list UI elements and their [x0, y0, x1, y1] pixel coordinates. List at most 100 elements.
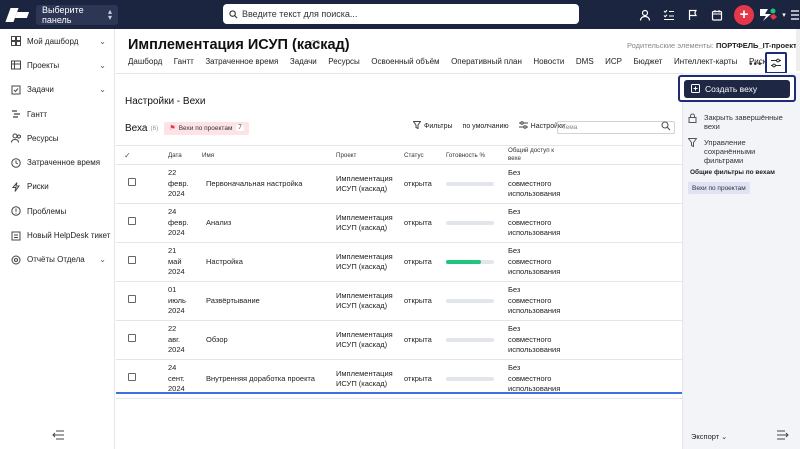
row-checkbox[interactable] [128, 178, 136, 187]
tab-operational-plan[interactable]: Оперативный план [451, 57, 522, 71]
milestone-name-link[interactable]: Развёртывание [206, 296, 260, 305]
milestone-name-link[interactable]: Внутренняя доработка проекта [206, 374, 315, 383]
tab-time[interactable]: Затраченное время [205, 57, 278, 71]
default-query-select[interactable]: по умолчанию [463, 123, 509, 130]
heart-icon[interactable]: ♡ [310, 38, 321, 52]
filters-button[interactable]: Фильтры [424, 123, 453, 130]
column-header-date[interactable]: Дата [168, 145, 202, 165]
tab-earned-value[interactable]: Освоенный объём [371, 57, 439, 71]
saved-filter-chip[interactable]: ⚑ Вехи по проектам 7 [164, 121, 249, 135]
export-label: Экспорт [691, 432, 720, 441]
collapse-panel-icon[interactable] [777, 430, 789, 443]
sidebar-item-dashboard[interactable]: Мой дашборд ⌄ [0, 29, 114, 53]
name-cell[interactable]: Настройка [202, 242, 336, 282]
export-dropdown[interactable]: Экспорт ⌄ [691, 432, 727, 441]
project-cell[interactable]: Имплементация ИСУП (каскад) [336, 320, 404, 360]
tab-news[interactable]: Новости [533, 57, 564, 71]
project-cell[interactable]: Имплементация ИСУП (каскад) [336, 203, 404, 243]
table-scroll-indicator [116, 392, 682, 394]
table-row[interactable]: 01 июль 2024 Развёртывание Имплементация ИСУП… [116, 281, 682, 321]
table-row[interactable]: 22 авг. 2024 Обзор Имплементация ИСУП (каскад… [116, 320, 682, 360]
shared-filter-chip[interactable]: Вехи по проектам [688, 182, 750, 194]
tab-wbs[interactable]: ИСР [605, 57, 622, 71]
column-header-name[interactable]: Имя [202, 145, 336, 165]
page-scrollbar[interactable] [796, 29, 800, 71]
progress-cell [446, 281, 508, 321]
parents-link[interactable]: ПОРТФЕЛЬ_IT-проекты [716, 41, 800, 50]
column-header-progress[interactable]: Готовность % [446, 145, 508, 165]
date-cell: 01 июль 2024 [168, 281, 202, 321]
table-row[interactable]: 22 февр. 2024 Первоначальная настройка Импле… [116, 164, 682, 204]
milestone-name-link[interactable]: Обзор [206, 335, 228, 344]
project-line-line: Имплементация [336, 290, 393, 300]
more-tabs-icon[interactable]: ••• [749, 59, 763, 70]
subject-search-input[interactable]: Тема [557, 121, 675, 134]
sharing-line-line: совместного [508, 178, 552, 188]
chevron-down-icon: ⌄ [99, 85, 106, 95]
app-logo[interactable] [5, 6, 30, 24]
sidebar-item-reports[interactable]: Отчёты Отдела ⌄ [0, 248, 114, 272]
tab-resources[interactable]: Ресурсы [328, 57, 360, 71]
name-cell[interactable]: Анализ [202, 203, 336, 243]
user-icon[interactable] [634, 4, 656, 26]
sidebar-filter-toggle-button[interactable] [765, 52, 787, 74]
table-row[interactable]: 24 февр. 2024 Анализ Имплементация ИСУП (каск… [116, 203, 682, 243]
row-checkbox[interactable] [128, 217, 136, 226]
helpdesk-icon [10, 231, 22, 241]
name-cell[interactable]: Обзор [202, 320, 336, 360]
spacer-cell [568, 242, 682, 282]
create-milestone-button[interactable]: Создать веху [684, 80, 790, 98]
calendar-icon[interactable] [706, 4, 728, 26]
tab-tasks[interactable]: Задачи [290, 57, 317, 71]
list-toolbar: Веха (6) ⚑ Вехи по проектам 7 Фильтры по… [125, 121, 675, 135]
close-completed-link[interactable]: Закрыть завершённые вехи [688, 113, 784, 131]
name-cell[interactable]: Первоначальная настройка [202, 164, 336, 204]
project-cell[interactable]: Имплементация ИСУП (каскад) [336, 242, 404, 282]
select-all-checkbox[interactable]: ✓ [116, 145, 168, 165]
tab-mind-maps[interactable]: Интеллект-карты [674, 57, 737, 71]
column-header-project[interactable]: Проект [336, 145, 404, 165]
filter-icon[interactable] [412, 121, 422, 131]
search-icon[interactable] [661, 121, 671, 133]
menu-icon[interactable] [788, 4, 800, 26]
sidebar-item-helpdesk[interactable]: Новый HelpDesk тикет [0, 223, 114, 247]
row-checkbox[interactable] [128, 334, 136, 343]
column-header-sharing[interactable]: Общий доступ к вехе [508, 145, 568, 165]
settings-icon[interactable] [518, 121, 528, 131]
status-text: открыта [404, 256, 432, 266]
flag-icon[interactable] [682, 4, 704, 26]
project-cell[interactable]: Имплементация ИСУП (каскад) [336, 281, 404, 321]
chip-count: 7 [236, 125, 244, 131]
sidebar-item-tasks[interactable]: Задачи ⌄ [0, 78, 114, 102]
chevron-down-icon: ⌄ [99, 255, 106, 265]
milestone-name-link[interactable]: Настройка [206, 257, 243, 266]
milestone-name-link[interactable]: Первоначальная настройка [206, 179, 302, 188]
name-cell[interactable]: Развёртывание [202, 281, 336, 321]
sidebar-item-projects[interactable]: Проекты ⌄ [0, 53, 114, 77]
tab-dashboard[interactable]: Дашборд [128, 57, 162, 71]
manage-filters-link[interactable]: Управление сохранёнными фильтрами [687, 138, 784, 165]
sidebar-item-resources[interactable]: Ресурсы [0, 126, 114, 150]
brand-logo-icon[interactable]: ▾ [758, 4, 786, 26]
collapse-sidebar-icon[interactable] [52, 430, 64, 443]
table-row[interactable]: 21 май 2024 Настройка Имплементация ИСУП (кас… [116, 242, 682, 282]
project-line-line: ИСУП (каскад) [336, 262, 388, 271]
sidebar-item-risks[interactable]: Риски [0, 175, 114, 199]
sidebar-item-problems[interactable]: Проблемы [0, 199, 114, 223]
status-cell: открыта [404, 164, 446, 204]
sidebar-item-gantt[interactable]: Гантт [0, 102, 114, 126]
global-search-input[interactable]: Введите текст для поиска... [223, 4, 579, 24]
row-checkbox[interactable] [128, 373, 136, 382]
sidebar-item-time[interactable]: Затраченное время [0, 150, 114, 174]
row-checkbox[interactable] [128, 256, 136, 265]
tab-dms[interactable]: DMS [576, 57, 594, 71]
tab-budget[interactable]: Бюджет [634, 57, 663, 71]
add-button[interactable]: + [734, 4, 754, 25]
column-header-status[interactable]: Статус [404, 145, 446, 165]
row-checkbox[interactable] [128, 295, 136, 304]
project-cell[interactable]: Имплементация ИСУП (каскад) [336, 164, 404, 204]
tab-gantt[interactable]: Гантт [174, 57, 194, 71]
checklist-icon[interactable] [658, 4, 680, 26]
panel-select[interactable]: Выберите панель ▴ ▾ [36, 4, 118, 25]
milestone-name-link[interactable]: Анализ [206, 218, 231, 227]
